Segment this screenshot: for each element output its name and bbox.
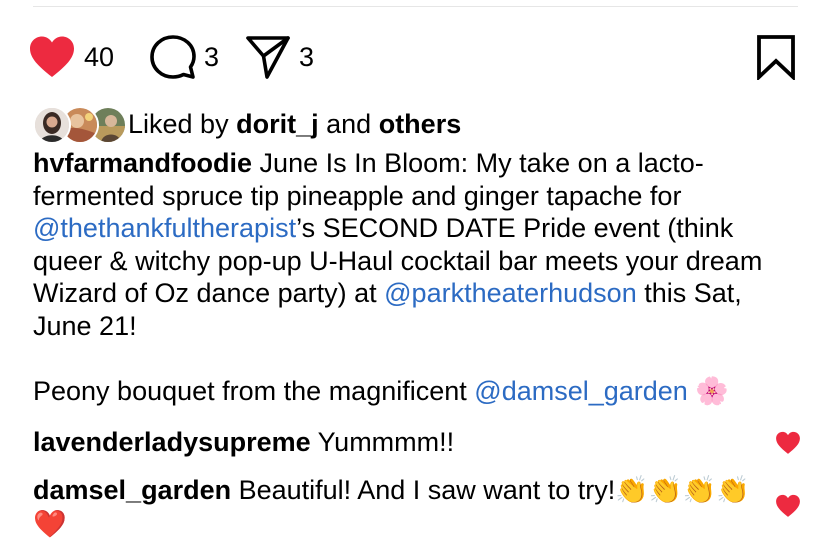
comment-text: Yummmm!! [317, 427, 455, 457]
share-count: 3 [299, 41, 315, 72]
liker-username[interactable]: dorit_j [236, 109, 319, 139]
heart-filled-icon [30, 36, 74, 77]
heart-filled-icon [776, 431, 800, 454]
comment-count: 3 [204, 41, 220, 72]
comment-like-button[interactable] [775, 431, 801, 455]
liked-by-row[interactable]: Liked by dorit_j and others [33, 104, 461, 144]
liked-by-others[interactable]: others [379, 109, 462, 139]
avatar [33, 106, 71, 144]
liked-by-connector: and [326, 108, 372, 139]
caption-mention[interactable]: @thethankfultherapist [33, 213, 296, 243]
action-bar: 40 3 3 [28, 33, 800, 81]
person-avatar-icon [35, 108, 69, 142]
top-divider [33, 6, 798, 7]
comment-button[interactable]: 3 [150, 33, 219, 81]
heart-filled-icon [776, 494, 800, 517]
share-button[interactable]: 3 [245, 33, 314, 81]
caption-text: 🌸 [687, 375, 729, 406]
send-paper-plane-icon [246, 36, 290, 79]
caption-mention[interactable]: @damsel_garden [474, 376, 688, 406]
caption-mention[interactable]: @parktheaterhudson [384, 278, 637, 308]
comment-username[interactable]: damsel_garden [33, 475, 231, 505]
like-count: 40 [84, 41, 115, 72]
comment-item: lavenderladysupreme Yummmm!! [33, 425, 753, 459]
post-caption: hvfarmandfoodie June Is In Bloom: My tak… [33, 147, 793, 407]
bookmark-icon [757, 35, 795, 80]
liked-by-prefix: Liked by [128, 108, 229, 139]
comment-username[interactable]: lavenderladysupreme [33, 427, 311, 457]
comment-item: damsel_garden Beautiful! And I saw want … [33, 473, 753, 541]
liker-avatars [33, 106, 127, 144]
save-button[interactable] [756, 33, 796, 81]
liked-by-text: Liked by dorit_j and others [128, 109, 461, 140]
comment-like-button[interactable] [775, 494, 801, 518]
caption-username[interactable]: hvfarmandfoodie [33, 148, 252, 178]
comment-bubble-icon [150, 35, 196, 79]
like-button[interactable]: 40 [28, 33, 114, 81]
